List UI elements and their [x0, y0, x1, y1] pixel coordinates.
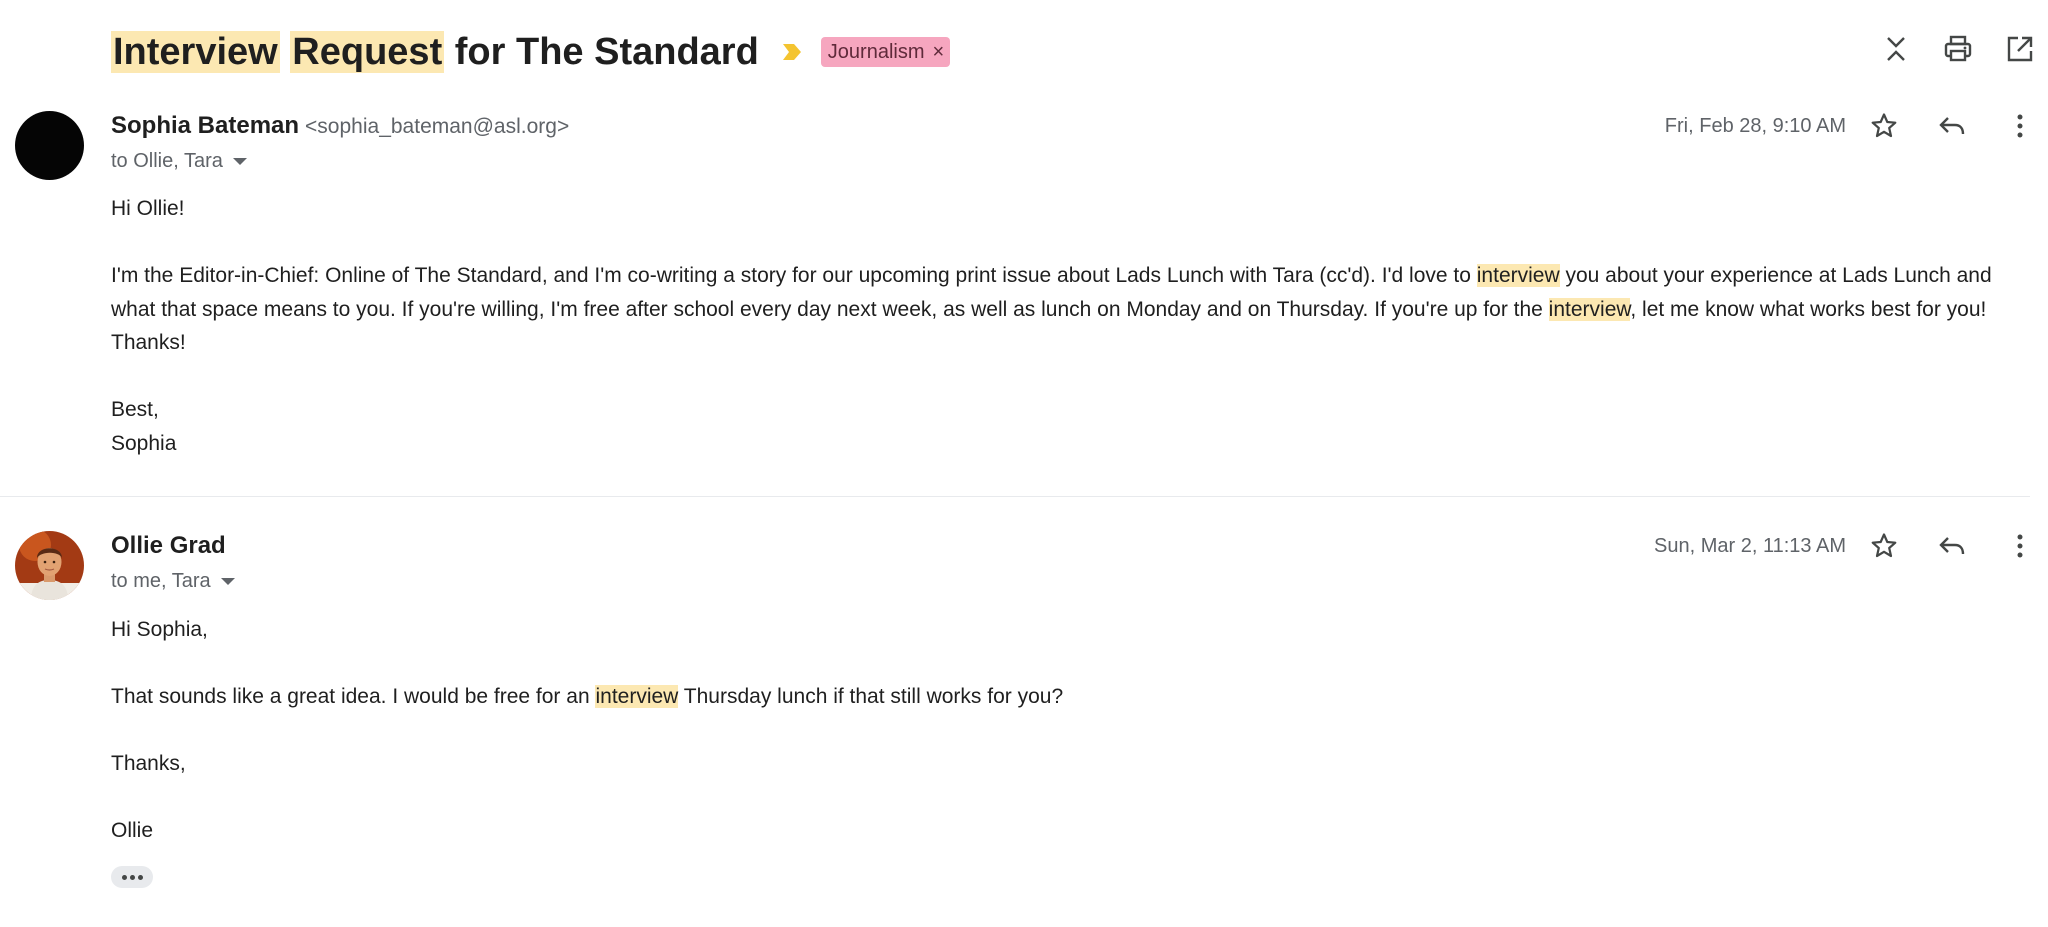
importance-marker-icon[interactable]: [781, 42, 803, 62]
label-chip-text: Journalism: [827, 40, 925, 63]
search-highlight: interview: [595, 685, 679, 708]
subject-text: for The Standard: [444, 30, 759, 73]
avatar[interactable]: [15, 111, 84, 180]
sender-line: Sophia Bateman <sophia_bateman@asl.org>: [111, 112, 569, 140]
more-vert-icon[interactable]: [2004, 110, 2036, 142]
message-meta: Sun, Mar 2, 11:13 AM: [1654, 530, 2036, 562]
message-body: Hi Sophia, That sounds like a great idea…: [111, 613, 2031, 848]
reply-icon[interactable]: [1936, 530, 1968, 562]
message-meta: Fri, Feb 28, 9:10 AM: [1665, 110, 2036, 142]
chevron-down-icon: [232, 158, 247, 165]
subject-row: Interview Request for The Standard Journ…: [111, 24, 951, 80]
greeting: Hi Ollie!: [111, 197, 185, 220]
collapse-all-icon[interactable]: [1880, 33, 1912, 65]
signoff: Thanks,: [111, 752, 186, 775]
open-in-new-window-icon[interactable]: [2004, 33, 2036, 65]
body-paragraph: That sounds like a great idea. I would b…: [111, 685, 1064, 708]
message-body: Hi Ollie! I'm the Editor-in-Chief: Onlin…: [111, 192, 2031, 460]
sender-name[interactable]: Ollie Grad: [111, 532, 226, 560]
more-vert-icon[interactable]: [2004, 530, 2036, 562]
star-icon[interactable]: [1868, 530, 1900, 562]
message-date: Sun, Mar 2, 11:13 AM: [1654, 534, 1846, 557]
chevron-down-icon: [220, 578, 235, 585]
message-divider: [0, 496, 2030, 497]
reply-icon[interactable]: [1936, 110, 1968, 142]
search-highlight: interview: [1476, 264, 1560, 287]
recipients-toggle[interactable]: to me, Tara: [111, 570, 235, 593]
subject-highlight: Interview: [111, 30, 280, 73]
remove-label-icon[interactable]: ×: [933, 42, 945, 62]
signature: Ollie: [111, 819, 154, 842]
sender-line: Ollie Grad: [111, 532, 226, 560]
signature: Sophia: [111, 431, 177, 455]
print-icon[interactable]: [1942, 33, 1974, 65]
thread-actions: [1880, 33, 2036, 65]
avatar[interactable]: [15, 531, 84, 600]
email-subject: Interview Request for The Standard: [111, 30, 759, 74]
star-icon[interactable]: [1868, 110, 1900, 142]
recipients-text: to Ollie, Tara: [111, 150, 223, 172]
greeting: Hi Sophia,: [111, 618, 208, 641]
label-chip-journalism[interactable]: Journalism ×: [820, 37, 951, 67]
subject-highlight: Request: [290, 30, 445, 73]
search-highlight: interview: [1548, 297, 1631, 321]
show-trimmed-content-button[interactable]: [111, 866, 153, 888]
sender-email: <sophia_bateman@asl.org>: [305, 115, 570, 138]
recipients-text: to me, Tara: [111, 570, 211, 592]
message-date: Fri, Feb 28, 9:10 AM: [1664, 114, 1846, 137]
body-paragraph: I'm the Editor-in-Chief: Online of The S…: [111, 264, 1992, 354]
recipients-toggle[interactable]: to Ollie, Tara: [111, 150, 247, 173]
signoff: Best,: [111, 398, 159, 421]
sender-name[interactable]: Sophia Bateman: [111, 112, 299, 140]
